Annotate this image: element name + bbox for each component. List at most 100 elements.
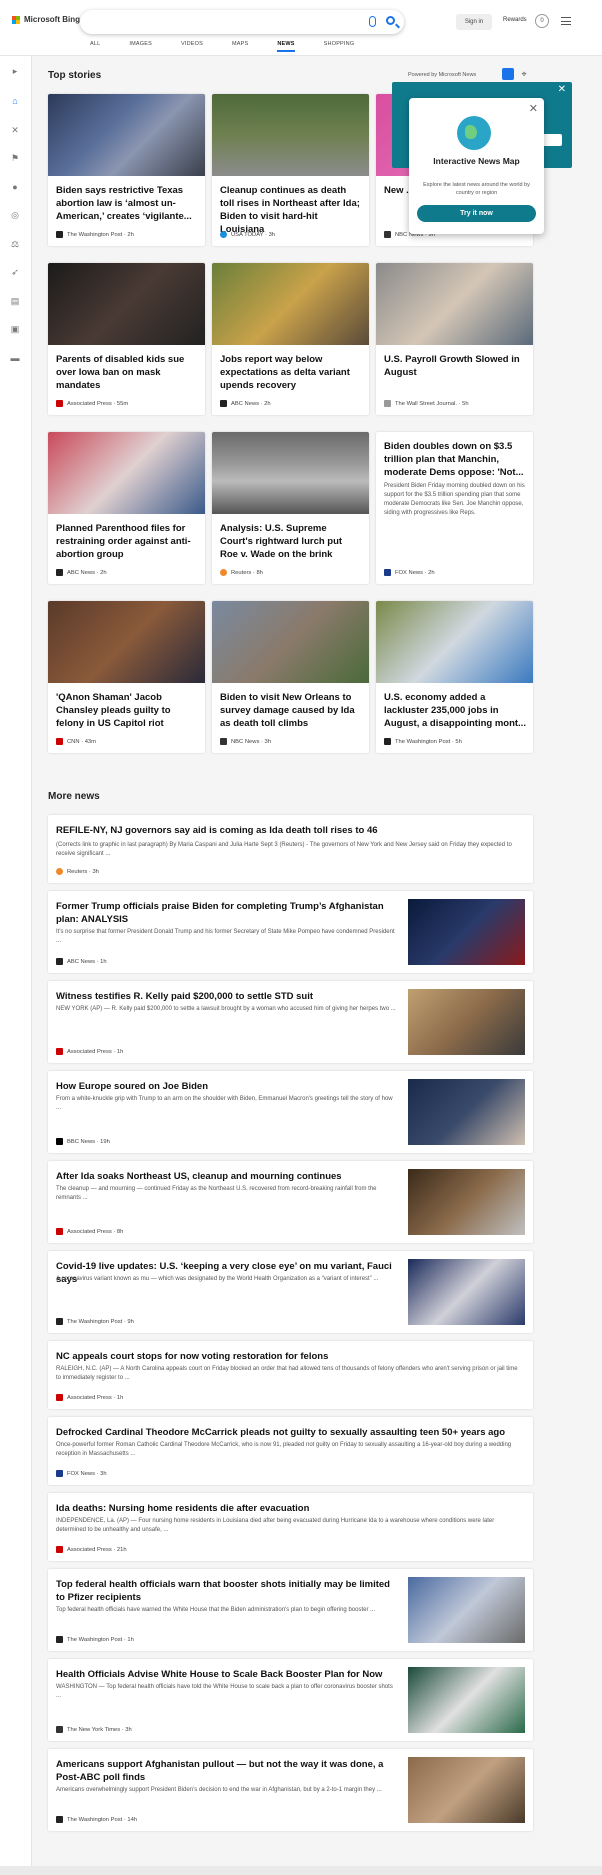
news-image	[408, 1259, 525, 1325]
news-title[interactable]: NC appeals court stops for now voting re…	[56, 1350, 516, 1363]
publisher-logo-icon	[56, 231, 63, 238]
publisher-logo-icon	[56, 1546, 63, 1553]
sign-in-button[interactable]: Sign in	[456, 14, 492, 30]
story-title[interactable]: U.S. economy added a lackluster 235,000 …	[384, 691, 526, 730]
news-item[interactable]: Former Trump officials praise Biden for …	[48, 891, 533, 973]
map-view-icon[interactable]: ⌖	[518, 68, 530, 80]
news-item[interactable]: Defrocked Cardinal Theodore McCarrick pl…	[48, 1417, 533, 1485]
story-card[interactable]: Biden to visit New Orleans to survey dam…	[212, 601, 369, 753]
flag-icon[interactable]: ⚑	[10, 153, 20, 163]
news-title[interactable]: Health Officials Advise White House to S…	[56, 1668, 396, 1681]
expand-icon[interactable]: ▸	[10, 66, 20, 76]
news-description: It's no surprise that former President D…	[56, 929, 395, 944]
bing-logo[interactable]: Microsoft Bing	[12, 15, 80, 24]
tab-maps[interactable]: MAPS	[232, 41, 248, 52]
story-source: NBC News · 3h	[220, 738, 271, 745]
news-source: ABC News · 1h	[56, 958, 107, 965]
story-title[interactable]: U.S. Payroll Growth Slowed in August	[384, 353, 526, 379]
publisher-logo-icon	[220, 231, 227, 238]
news-source: Associated Press · 1h	[56, 1394, 123, 1401]
film-icon[interactable]: ▤	[10, 296, 20, 306]
publisher-logo-icon	[56, 1048, 63, 1055]
publisher-logo-icon	[56, 1138, 63, 1145]
home-icon[interactable]: ⌂	[10, 96, 20, 106]
news-title[interactable]: Americans support Afghanistan pullout — …	[56, 1758, 396, 1784]
news-item[interactable]: Ida deaths: Nursing home residents die a…	[48, 1493, 533, 1561]
briefcase-icon[interactable]: ▣	[10, 324, 20, 334]
story-source: Associated Press · 55m	[56, 400, 128, 407]
rewards-icon[interactable]: 0	[535, 14, 549, 28]
publisher-logo-icon	[384, 738, 391, 745]
news-item[interactable]: NC appeals court stops for now voting re…	[48, 1341, 533, 1409]
news-description: Americans overwhelmingly support Preside…	[56, 1787, 382, 1793]
story-card[interactable]: U.S. Payroll Growth Slowed in August The…	[376, 263, 533, 415]
story-source: CNN · 43m	[56, 738, 96, 745]
story-source: ABC News · 2h	[220, 400, 271, 407]
story-card[interactable]: U.S. economy added a lackluster 235,000 …	[376, 601, 533, 753]
search-icon[interactable]	[386, 16, 395, 25]
search-input[interactable]	[80, 10, 404, 34]
location-icon[interactable]: ●	[10, 182, 20, 192]
rocket-icon[interactable]: ➶	[10, 267, 20, 277]
tab-all[interactable]: ALL	[90, 41, 100, 52]
card-icon[interactable]: ▬	[10, 353, 20, 363]
grid-view-icon[interactable]	[502, 68, 514, 80]
publisher-logo-icon	[56, 738, 63, 745]
try-it-now-button[interactable]: Try it now	[417, 205, 536, 222]
news-title[interactable]: After Ida soaks Northeast US, cleanup an…	[56, 1170, 396, 1183]
story-title[interactable]: Biden to visit New Orleans to survey dam…	[220, 691, 362, 730]
story-title[interactable]: Planned Parenthood files for restraining…	[56, 522, 198, 561]
news-item[interactable]: Covid-19 live updates: U.S. ‘keeping a v…	[48, 1251, 533, 1333]
story-title[interactable]: Jobs report way below expectations as de…	[220, 353, 362, 392]
news-title[interactable]: Defrocked Cardinal Theodore McCarrick pl…	[56, 1426, 516, 1439]
tab-videos[interactable]: VIDEOS	[181, 41, 203, 52]
story-image	[212, 94, 369, 176]
news-item[interactable]: How Europe soured on Joe Biden From a wh…	[48, 1071, 533, 1153]
menu-icon[interactable]	[561, 17, 571, 25]
story-card[interactable]: Biden doubles down on $3.5 trillion plan…	[376, 432, 533, 584]
scale-icon[interactable]: ⚖	[10, 239, 20, 249]
news-item[interactable]: Health Officials Advise White House to S…	[48, 1659, 533, 1741]
tab-images[interactable]: IMAGES	[129, 41, 152, 52]
popup-description: Explore the latest news around the world…	[423, 182, 530, 196]
story-card[interactable]: Biden says restrictive Texas abortion la…	[48, 94, 205, 246]
story-title[interactable]: Analysis: U.S. Supreme Court's rightward…	[220, 522, 362, 561]
news-description: INDEPENDENCE, La. (AP) — Four nursing ho…	[56, 1518, 495, 1533]
news-title[interactable]: How Europe soured on Joe Biden	[56, 1080, 396, 1093]
news-item[interactable]: Witness testifies R. Kelly paid $200,000…	[48, 981, 533, 1063]
story-title[interactable]: Biden says restrictive Texas abortion la…	[56, 184, 198, 223]
microphone-icon[interactable]	[369, 16, 376, 27]
story-title[interactable]: Parents of disabled kids sue over Iowa b…	[56, 353, 198, 392]
news-title[interactable]: Witness testifies R. Kelly paid $200,000…	[56, 990, 396, 1003]
story-title[interactable]: Cleanup continues as death toll rises in…	[220, 184, 362, 236]
news-title[interactable]: Former Trump officials praise Biden for …	[56, 900, 396, 926]
news-item[interactable]: Top federal health officials warn that b…	[48, 1569, 533, 1651]
rewards-label[interactable]: Rewards	[503, 17, 527, 23]
story-image	[212, 263, 369, 345]
globe-icon[interactable]: ◎	[10, 210, 20, 220]
news-item[interactable]: REFILE-NY, NJ governors say aid is comin…	[48, 815, 533, 883]
story-card[interactable]: 'QAnon Shaman' Jacob Chansley pleads gui…	[48, 601, 205, 753]
publisher-logo-icon	[56, 1394, 63, 1401]
news-item[interactable]: After Ida soaks Northeast US, cleanup an…	[48, 1161, 533, 1243]
news-title[interactable]: REFILE-NY, NJ governors say aid is comin…	[56, 824, 516, 837]
news-title[interactable]: Top federal health officials warn that b…	[56, 1578, 396, 1604]
story-card[interactable]: Planned Parenthood files for restraining…	[48, 432, 205, 584]
story-card[interactable]: Cleanup continues as death toll rises in…	[212, 94, 369, 246]
story-title[interactable]: Biden doubles down on $3.5 trillion plan…	[384, 440, 526, 479]
tab-news[interactable]: NEWS	[277, 41, 295, 52]
tab-shopping[interactable]: SHOPPING	[324, 41, 355, 52]
sports-icon[interactable]: ✕	[10, 125, 20, 135]
news-item[interactable]: Americans support Afghanistan pullout — …	[48, 1749, 533, 1831]
story-card[interactable]: Parents of disabled kids sue over Iowa b…	[48, 263, 205, 415]
banner-close-icon[interactable]: ✕	[558, 84, 566, 95]
story-card[interactable]: Jobs report way below expectations as de…	[212, 263, 369, 415]
news-source: Associated Press · 21h	[56, 1546, 127, 1553]
story-card[interactable]: Analysis: U.S. Supreme Court's rightward…	[212, 432, 369, 584]
story-title[interactable]: 'QAnon Shaman' Jacob Chansley pleads gui…	[56, 691, 198, 730]
news-title[interactable]: Ida deaths: Nursing home residents die a…	[56, 1502, 516, 1515]
close-icon[interactable]: ✕	[529, 102, 538, 115]
story-source: FOX News · 2h	[384, 569, 435, 576]
news-image	[408, 1079, 525, 1145]
news-description: Once-powerful former Roman Catholic Card…	[56, 1442, 512, 1457]
